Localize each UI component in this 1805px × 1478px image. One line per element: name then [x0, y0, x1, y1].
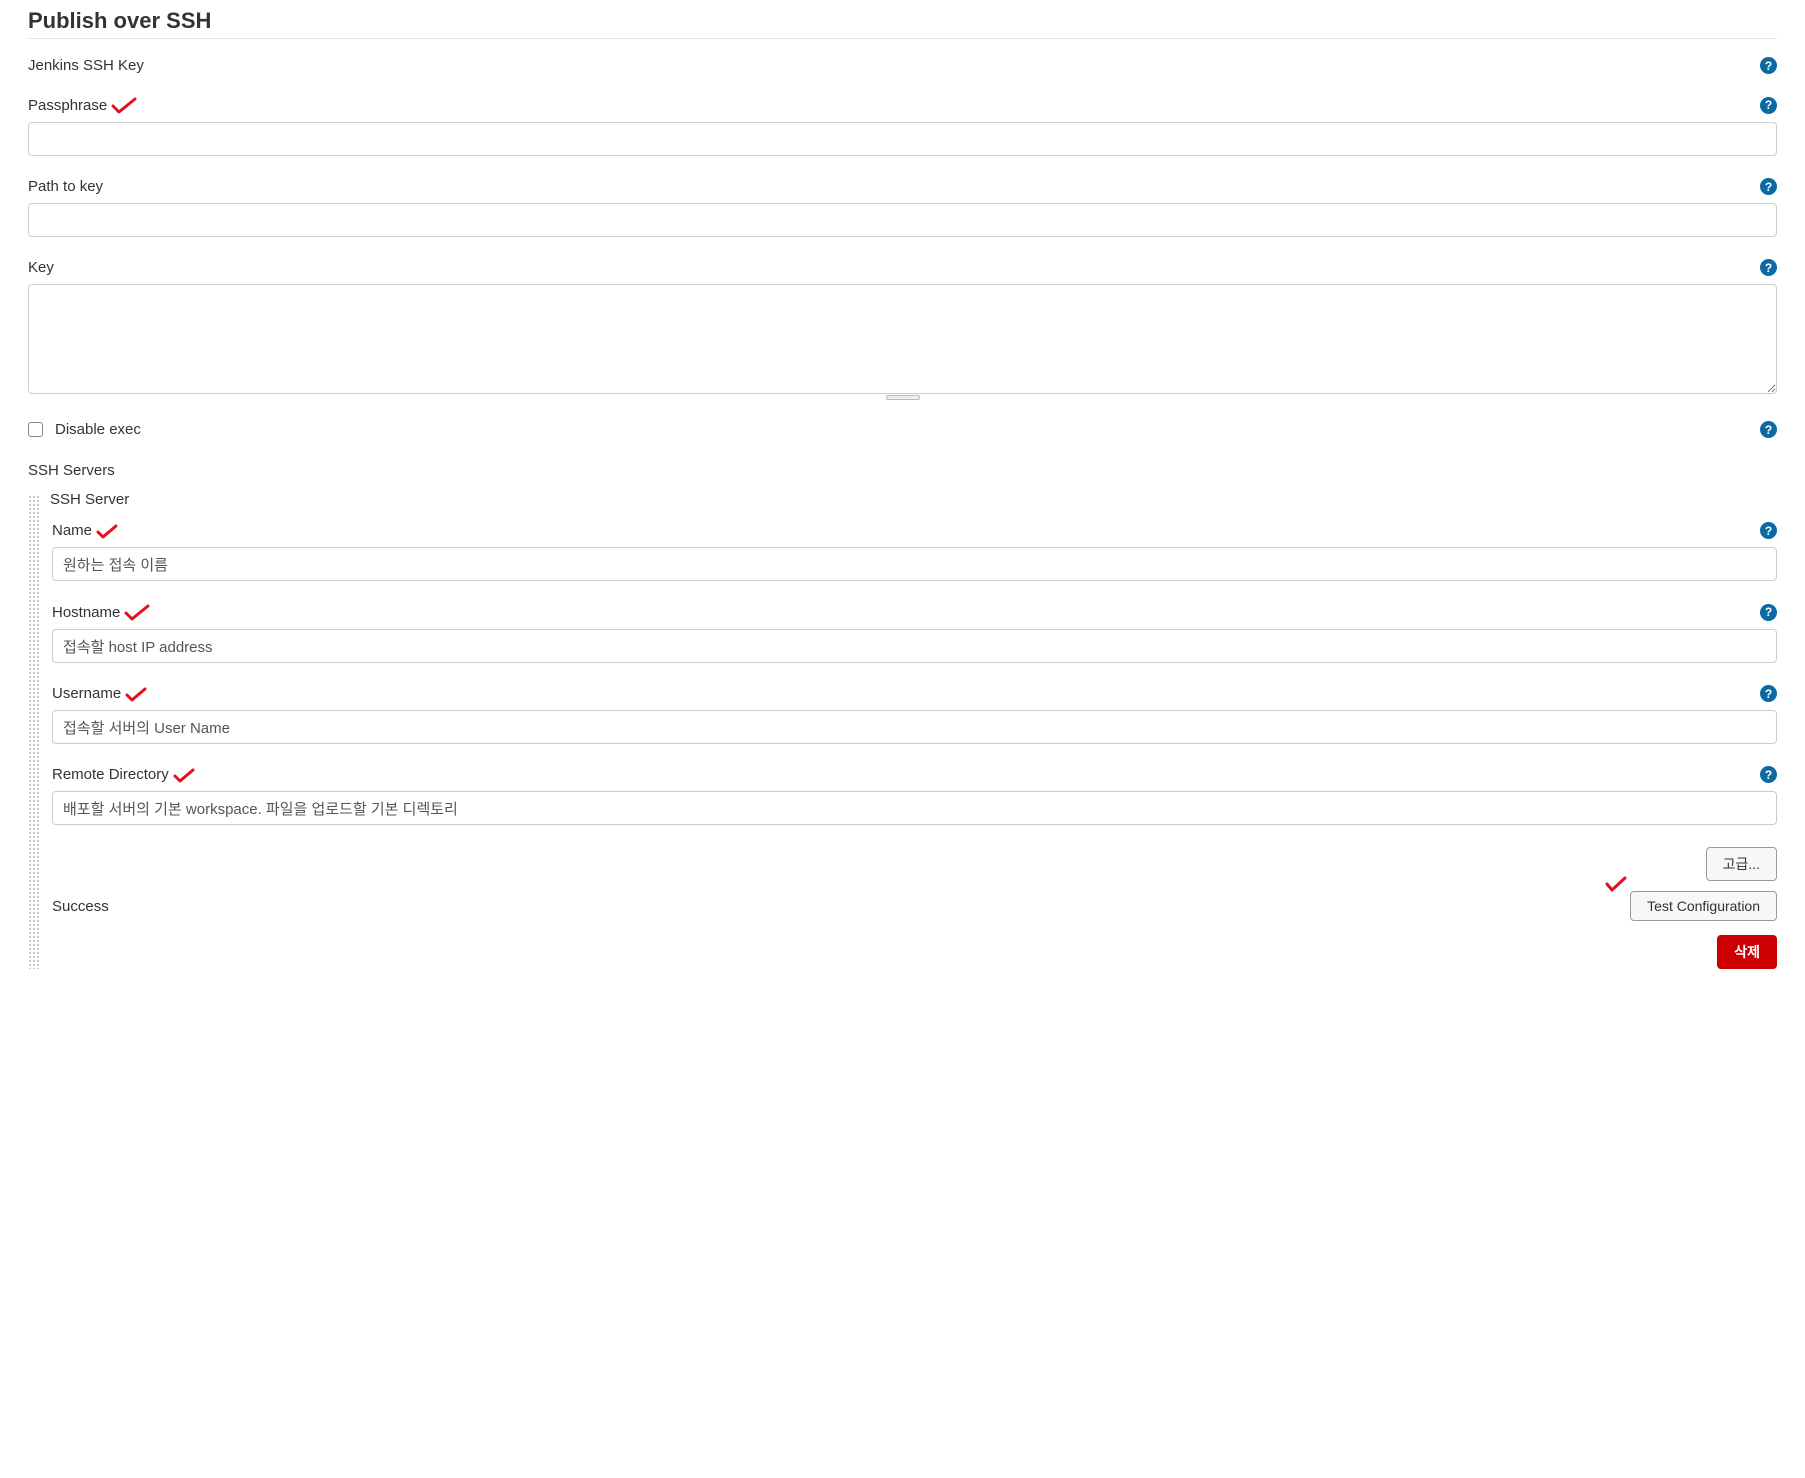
disable-exec-label: Disable exec	[55, 421, 141, 438]
help-icon[interactable]: ?	[1760, 421, 1777, 438]
server-name-row: Name ?	[52, 522, 1777, 581]
checkmark-icon	[1605, 875, 1627, 898]
server-username-label: Username	[52, 685, 121, 702]
help-icon[interactable]: ?	[1760, 685, 1777, 702]
disable-exec-checkbox[interactable]	[28, 422, 43, 437]
server-username-input[interactable]	[52, 710, 1777, 744]
help-icon[interactable]: ?	[1760, 178, 1777, 195]
advanced-button[interactable]: 고급...	[1706, 847, 1777, 881]
help-icon[interactable]: ?	[1760, 57, 1777, 74]
server-hostname-input[interactable]	[52, 629, 1777, 663]
checkmark-icon	[173, 768, 195, 784]
server-hostname-row: Hostname ?	[52, 603, 1777, 663]
jenkins-ssh-key-row: Jenkins SSH Key ?	[28, 57, 1777, 74]
test-config-row: Success Test Configuration	[52, 891, 1777, 921]
ssh-servers-label: SSH Servers	[28, 462, 1777, 479]
key-row: Key ?	[28, 259, 1777, 399]
delete-button[interactable]: 삭제	[1717, 935, 1777, 969]
help-icon[interactable]: ?	[1760, 259, 1777, 276]
test-configuration-button[interactable]: Test Configuration	[1630, 891, 1777, 921]
checkmark-icon	[125, 687, 147, 703]
server-name-input[interactable]	[52, 547, 1777, 581]
jenkins-ssh-key-label: Jenkins SSH Key	[28, 57, 144, 74]
server-remote-dir-input[interactable]	[52, 791, 1777, 825]
passphrase-row: Passphrase ?	[28, 96, 1777, 156]
help-icon[interactable]: ?	[1760, 604, 1777, 621]
checkmark-icon	[111, 97, 137, 115]
server-hostname-label: Hostname	[52, 604, 120, 621]
ssh-server-block: SSH Server Name ? Hostname	[28, 491, 1777, 969]
server-remote-dir-label: Remote Directory	[52, 766, 169, 783]
resize-grip-icon[interactable]	[886, 395, 920, 400]
passphrase-label: Passphrase	[28, 97, 107, 114]
checkmark-icon	[96, 524, 118, 540]
path-to-key-input[interactable]	[28, 203, 1777, 237]
checkmark-icon	[124, 604, 150, 622]
help-icon[interactable]: ?	[1760, 522, 1777, 539]
path-to-key-label: Path to key	[28, 178, 103, 195]
server-name-label: Name	[52, 522, 92, 539]
path-to-key-row: Path to key ?	[28, 178, 1777, 237]
passphrase-input[interactable]	[28, 122, 1777, 156]
status-text: Success	[52, 898, 109, 915]
disable-exec-row: Disable exec ?	[28, 421, 1777, 438]
key-textarea[interactable]	[28, 284, 1777, 394]
ssh-server-heading: SSH Server	[50, 491, 1777, 508]
help-icon[interactable]: ?	[1760, 97, 1777, 114]
key-label: Key	[28, 259, 54, 276]
help-icon[interactable]: ?	[1760, 766, 1777, 783]
drag-handle-icon[interactable]	[28, 495, 40, 969]
server-remote-dir-row: Remote Directory ?	[52, 766, 1777, 825]
section-title: Publish over SSH	[28, 8, 1777, 39]
server-username-row: Username ?	[52, 685, 1777, 744]
